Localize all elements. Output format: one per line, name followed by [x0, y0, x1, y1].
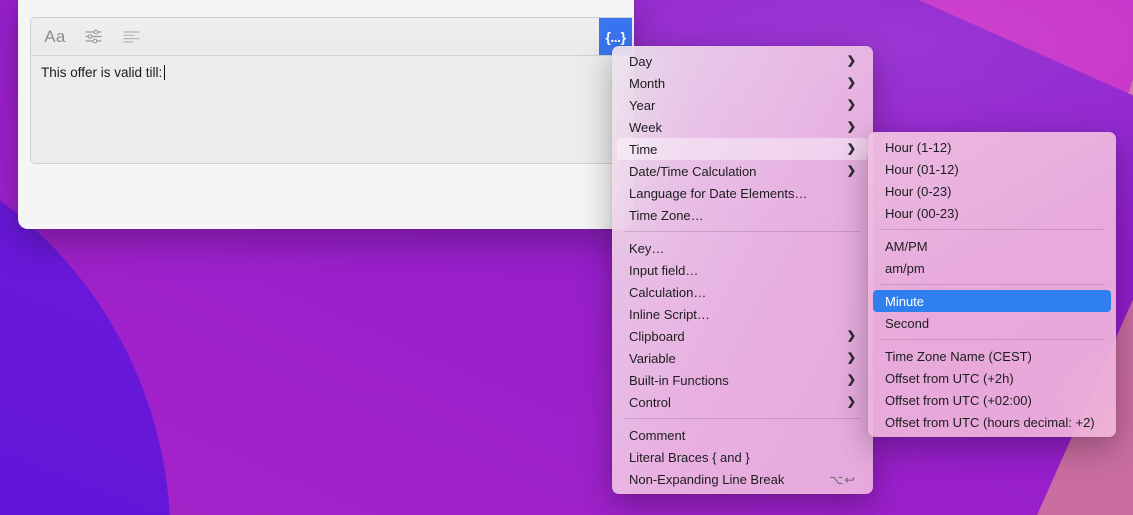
editor-panel: Aa [30, 17, 634, 164]
chevron-right-icon: ❯ [847, 122, 856, 133]
menu-group-date: Day ❯ Month ❯ Year ❯ Week ❯ Time ❯ Date/… [612, 50, 873, 226]
menu-item-label: Week [629, 120, 837, 135]
menu-item-label: Time [629, 142, 837, 157]
menu-item-language-for-date-elements[interactable]: Language for Date Elements… [617, 182, 868, 204]
menu-item-key[interactable]: Key… [617, 237, 868, 259]
menu-item-label: Date/Time Calculation [629, 164, 837, 179]
menu-item-label: Key… [629, 241, 856, 256]
menu-item-clipboard[interactable]: Clipboard ❯ [617, 325, 868, 347]
text-caret [164, 65, 165, 80]
insert-token-label: {...} [605, 29, 625, 45]
toolbar-left-group: Aa [31, 24, 144, 50]
submenu-separator [880, 229, 1104, 230]
text-settings-icon[interactable] [80, 24, 106, 50]
submenu-group-minsec: Minute Second [868, 290, 1116, 334]
menu-item-label: Second [885, 316, 1099, 331]
menu-item-calculation[interactable]: Calculation… [617, 281, 868, 303]
chevron-right-icon: ❯ [847, 397, 856, 408]
menu-item-label: Clipboard [629, 329, 837, 344]
menu-item-label: Offset from UTC (+02:00) [885, 393, 1099, 408]
menu-item-label: Control [629, 395, 837, 410]
menu-group-tokens: Key… Input field… Calculation… Inline Sc… [612, 237, 873, 413]
submenu-item-second[interactable]: Second [873, 312, 1111, 334]
submenu-item-hour-01-12[interactable]: Hour (01-12) [873, 158, 1111, 180]
submenu-separator [880, 339, 1104, 340]
menu-item-label: Hour (01-12) [885, 162, 1099, 177]
menu-item-label: Day [629, 54, 837, 69]
submenu-item-hour-00-23[interactable]: Hour (00-23) [873, 202, 1111, 224]
menu-item-label: Hour (0-23) [885, 184, 1099, 199]
menu-separator [624, 418, 861, 419]
menu-item-label: Built-in Functions [629, 373, 837, 388]
submenu-group-hour: Hour (1-12) Hour (01-12) Hour (0-23) Hou… [868, 136, 1116, 224]
font-style-button[interactable]: Aa [42, 24, 68, 50]
text-editor-area[interactable]: This offer is valid till: [31, 56, 634, 164]
menu-item-comment[interactable]: Comment [617, 424, 868, 446]
menu-item-label: Time Zone… [629, 208, 856, 223]
menu-item-month[interactable]: Month ❯ [617, 72, 868, 94]
menu-item-label: Hour (1-12) [885, 140, 1099, 155]
submenu-item-hour-0-23[interactable]: Hour (0-23) [873, 180, 1111, 202]
submenu-item-hour-1-12[interactable]: Hour (1-12) [873, 136, 1111, 158]
insert-token-context-menu: Day ❯ Month ❯ Year ❯ Week ❯ Time ❯ Date/… [612, 46, 873, 494]
submenu-item-ampm-lower[interactable]: am/pm [873, 257, 1111, 279]
menu-item-label: Minute [885, 294, 1099, 309]
menu-item-time-zone[interactable]: Time Zone… [617, 204, 868, 226]
chevron-right-icon: ❯ [847, 166, 856, 177]
menu-item-time[interactable]: Time ❯ [617, 138, 868, 160]
menu-item-label: Month [629, 76, 837, 91]
menu-item-label: Hour (00-23) [885, 206, 1099, 221]
chevron-right-icon: ❯ [847, 144, 856, 155]
chevron-right-icon: ❯ [847, 56, 856, 67]
menu-item-inline-script[interactable]: Inline Script… [617, 303, 868, 325]
menu-item-label: AM/PM [885, 239, 1099, 254]
menu-item-label: Offset from UTC (+2h) [885, 371, 1099, 386]
menu-item-label: Non-Expanding Line Break [629, 472, 829, 487]
menu-item-day[interactable]: Day ❯ [617, 50, 868, 72]
menu-item-label: Year [629, 98, 837, 113]
menu-item-label: Input field… [629, 263, 856, 278]
menu-item-label: Calculation… [629, 285, 856, 300]
editor-text-content: This offer is valid till: [41, 65, 162, 80]
chevron-right-icon: ❯ [847, 100, 856, 111]
menu-item-variable[interactable]: Variable ❯ [617, 347, 868, 369]
menu-item-label: Variable [629, 351, 837, 366]
menu-group-misc: Comment Literal Braces { and } Non-Expan… [612, 424, 873, 490]
submenu-group-timezone: Time Zone Name (CEST) Offset from UTC (+… [868, 345, 1116, 433]
time-submenu: Hour (1-12) Hour (01-12) Hour (0-23) Hou… [868, 132, 1116, 437]
menu-item-non-expanding-line-break[interactable]: Non-Expanding Line Break ⌥↩ [617, 468, 868, 490]
font-style-label: Aa [44, 27, 65, 47]
menu-item-built-in-functions[interactable]: Built-in Functions ❯ [617, 369, 868, 391]
app-window: Aa [18, 0, 634, 229]
menu-item-label: Literal Braces { and } [629, 450, 856, 465]
menu-item-shortcut: ⌥↩ [829, 472, 856, 487]
menu-item-literal-braces[interactable]: Literal Braces { and } [617, 446, 868, 468]
menu-separator [624, 231, 861, 232]
menu-item-control[interactable]: Control ❯ [617, 391, 868, 413]
paragraph-align-icon[interactable] [118, 24, 144, 50]
chevron-right-icon: ❯ [847, 353, 856, 364]
menu-item-label: Offset from UTC (hours decimal: +2) [885, 415, 1099, 430]
submenu-item-ampm-upper[interactable]: AM/PM [873, 235, 1111, 257]
menu-item-label: Comment [629, 428, 856, 443]
submenu-item-minute[interactable]: Minute [873, 290, 1111, 312]
menu-item-datetime-calculation[interactable]: Date/Time Calculation ❯ [617, 160, 868, 182]
submenu-group-meridiem: AM/PM am/pm [868, 235, 1116, 279]
menu-item-label: Language for Date Elements… [629, 186, 856, 201]
submenu-item-offset-utc-h[interactable]: Offset from UTC (+2h) [873, 367, 1111, 389]
menu-item-input-field[interactable]: Input field… [617, 259, 868, 281]
chevron-right-icon: ❯ [847, 375, 856, 386]
menu-item-label: Time Zone Name (CEST) [885, 349, 1099, 364]
submenu-item-offset-utc-colon[interactable]: Offset from UTC (+02:00) [873, 389, 1111, 411]
chevron-right-icon: ❯ [847, 331, 856, 342]
submenu-item-offset-utc-decimal[interactable]: Offset from UTC (hours decimal: +2) [873, 411, 1111, 433]
chevron-right-icon: ❯ [847, 78, 856, 89]
menu-item-year[interactable]: Year ❯ [617, 94, 868, 116]
submenu-item-time-zone-name[interactable]: Time Zone Name (CEST) [873, 345, 1111, 367]
menu-item-week[interactable]: Week ❯ [617, 116, 868, 138]
submenu-separator [880, 284, 1104, 285]
menu-item-label: Inline Script… [629, 307, 856, 322]
menu-item-label: am/pm [885, 261, 1099, 276]
editor-toolbar: Aa [31, 18, 634, 56]
